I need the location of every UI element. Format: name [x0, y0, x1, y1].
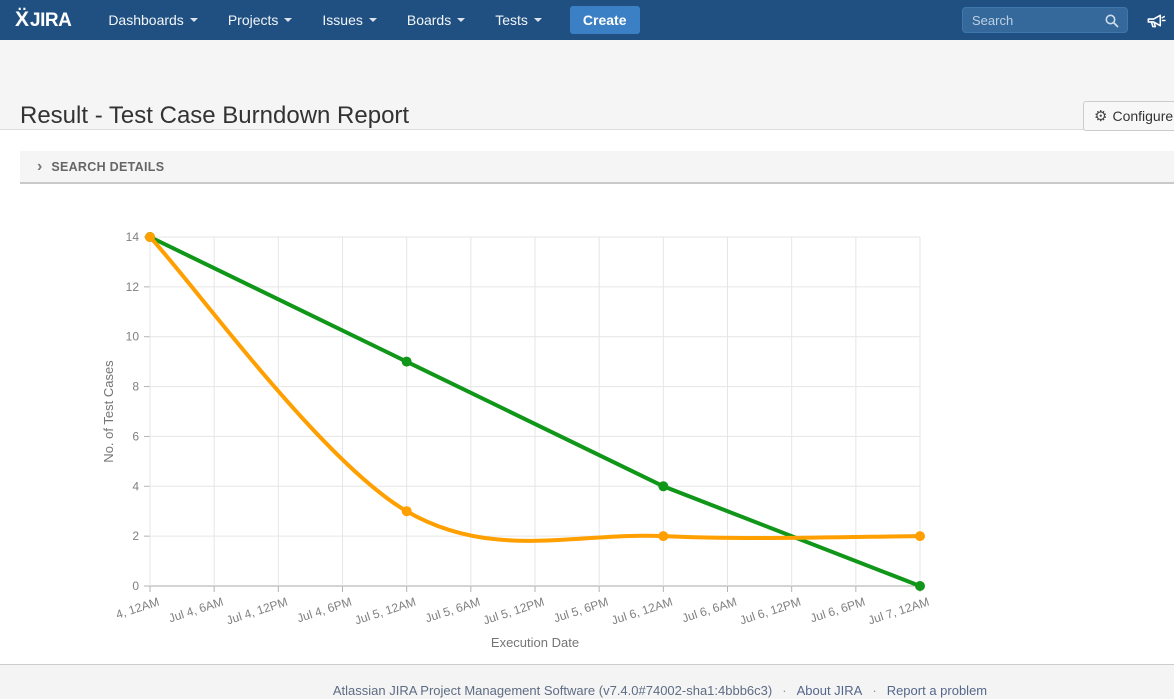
footer-separator: · — [782, 683, 786, 698]
data-point-orange — [145, 232, 155, 242]
page-header: Result - Test Case Burndown Report ⚙ Con… — [0, 40, 1174, 130]
y-axis-title: No. of Test Cases — [101, 360, 116, 463]
x-tick-label: Jul 5, 6PM — [552, 595, 610, 626]
footer-separator: · — [872, 683, 876, 698]
y-tick-label: 6 — [132, 429, 139, 443]
x-axis-title: Execution Date — [491, 635, 579, 650]
chevron-down-icon — [534, 18, 542, 22]
chevron-down-icon — [284, 18, 292, 22]
x-tick-label: Jul 6, 12AM — [610, 595, 675, 628]
configure-button-label: Configure — [1112, 108, 1173, 124]
report-problem-link[interactable]: Report a problem — [887, 683, 987, 698]
chevron-down-icon — [190, 18, 198, 22]
y-tick-label: 0 — [132, 579, 139, 593]
data-point-green — [915, 581, 925, 591]
x-tick-label: Jul 7, 12AM — [866, 595, 931, 628]
chevron-right-icon: › — [37, 159, 42, 175]
create-button[interactable]: Create — [570, 6, 640, 34]
x-tick-label: Jul 4, 12PM — [225, 595, 290, 628]
search-input[interactable] — [962, 7, 1128, 33]
footer-version-text: Atlassian JIRA Project Management Softwa… — [333, 683, 772, 698]
y-tick-label: 2 — [132, 529, 139, 543]
data-point-orange — [658, 531, 668, 541]
y-tick-label: 10 — [126, 330, 140, 344]
chevron-down-icon — [457, 18, 465, 22]
nav-item-label: Projects — [228, 12, 279, 28]
megaphone-icon[interactable] — [1144, 9, 1167, 32]
nav-item-tests[interactable]: Tests — [495, 0, 542, 40]
y-tick-label: 4 — [132, 479, 139, 493]
data-point-orange — [915, 531, 925, 541]
top-navbar: Ẍ JIRA Dashboards Projects Issues Boards… — [0, 0, 1174, 40]
data-point-green — [402, 357, 412, 367]
x-tick-label: Jul 6, 6AM — [680, 595, 738, 626]
jira-logo-icon: Ẍ — [15, 9, 29, 30]
jira-logo[interactable]: Ẍ JIRA — [15, 9, 71, 32]
x-tick-label: Jul 6, 12PM — [738, 595, 803, 628]
x-tick-label: Jul 5, 12AM — [353, 595, 418, 628]
nav-item-boards[interactable]: Boards — [407, 0, 465, 40]
search-details-toggle[interactable]: › SEARCH DETAILS — [20, 151, 1174, 184]
page-title: Result - Test Case Burndown Report — [20, 102, 409, 130]
search-details-label: SEARCH DETAILS — [51, 160, 164, 174]
nav-item-issues[interactable]: Issues — [322, 0, 376, 40]
burndown-chart: 024681012144, 12AMJul 4, 6AMJul 4, 12PMJ… — [0, 185, 1000, 664]
nav-item-label: Dashboards — [108, 12, 184, 28]
y-tick-label: 12 — [126, 280, 140, 294]
y-tick-label: 8 — [132, 380, 139, 394]
nav-item-label: Issues — [322, 12, 362, 28]
nav-item-label: Boards — [407, 12, 451, 28]
x-tick-label: 4, 12AM — [114, 595, 161, 622]
data-point-orange — [402, 506, 412, 516]
gear-icon: ⚙ — [1094, 109, 1107, 124]
about-jira-link[interactable]: About JIRA — [797, 683, 863, 698]
x-tick-label: Jul 5, 6AM — [424, 595, 482, 626]
nav-item-label: Tests — [495, 12, 528, 28]
jira-logo-text: JIRA — [30, 10, 71, 32]
x-tick-label: Jul 4, 6AM — [167, 595, 225, 626]
x-tick-label: Jul 5, 12PM — [481, 595, 546, 628]
x-tick-label: Jul 4, 6PM — [295, 595, 353, 626]
configure-button[interactable]: ⚙ Configure — [1083, 101, 1174, 131]
chevron-down-icon — [369, 18, 377, 22]
nav-item-projects[interactable]: Projects — [228, 0, 293, 40]
nav-item-dashboards[interactable]: Dashboards — [108, 0, 198, 40]
page-footer: Atlassian JIRA Project Management Softwa… — [0, 664, 1174, 699]
y-tick-label: 14 — [126, 230, 140, 244]
x-tick-label: Jul 6, 6PM — [809, 595, 867, 626]
burndown-chart-svg: 024681012144, 12AMJul 4, 6AMJul 4, 12PMJ… — [0, 185, 1000, 664]
data-point-green — [658, 481, 668, 491]
